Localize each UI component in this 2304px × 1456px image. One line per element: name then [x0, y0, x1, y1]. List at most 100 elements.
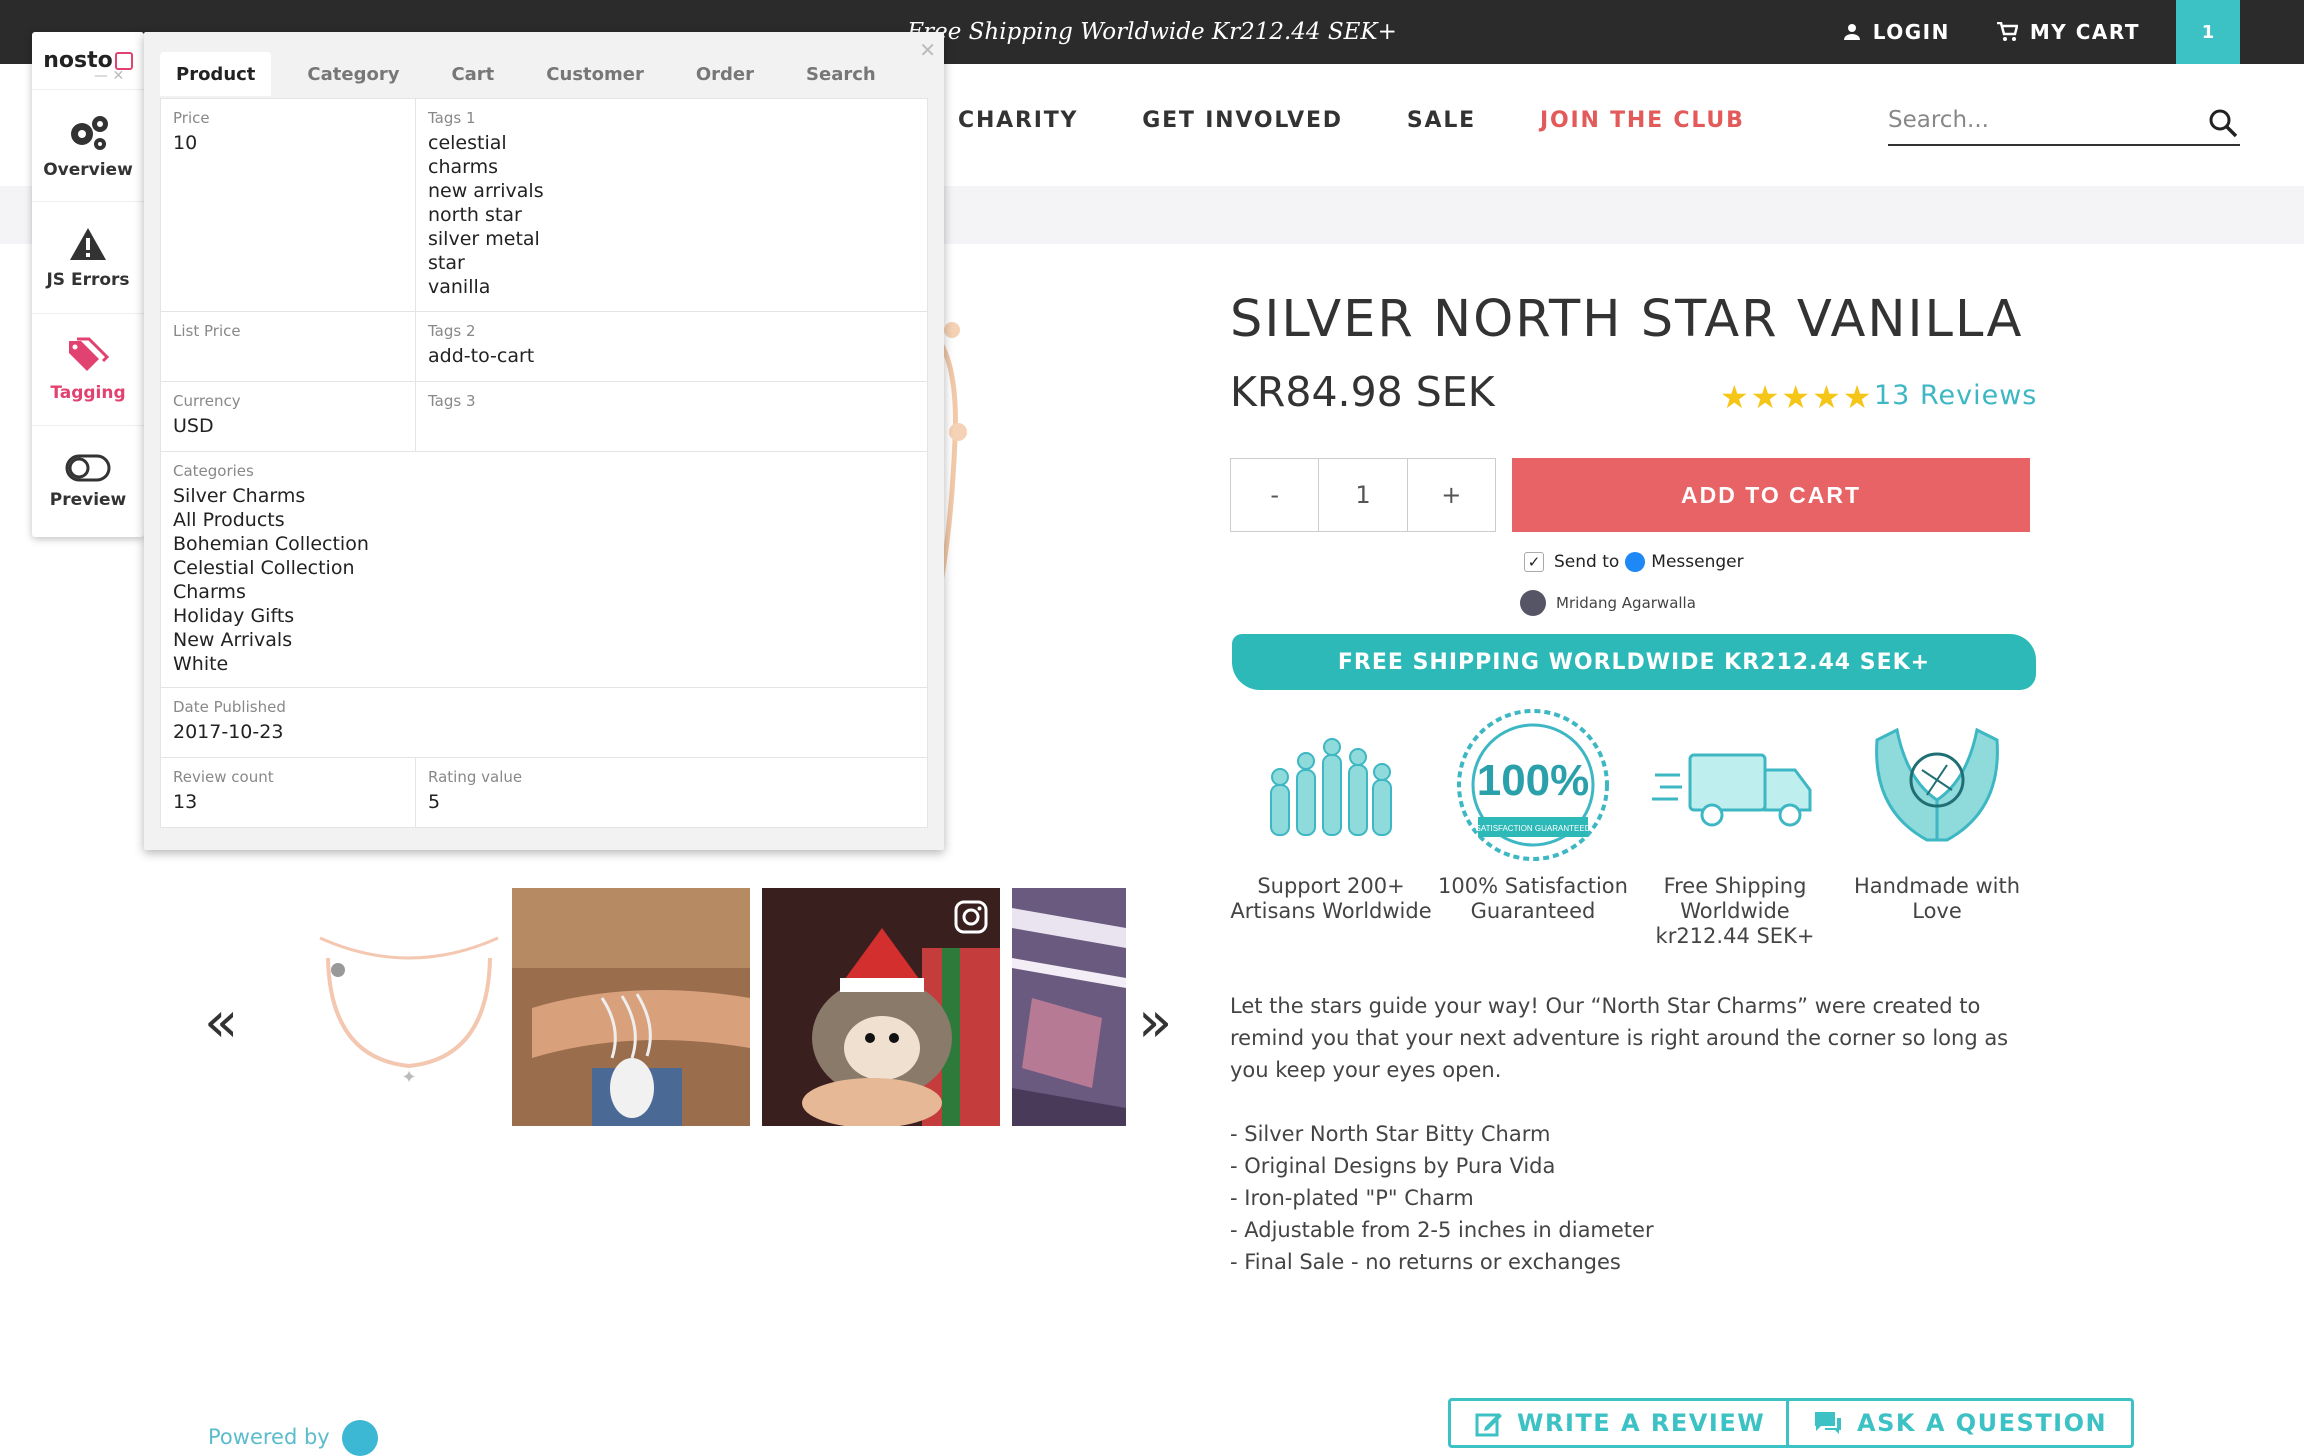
messenger-user: Mridang Agarwalla	[1520, 590, 1696, 616]
gallery-thumb-wrist[interactable]	[512, 888, 750, 1126]
hands-icon	[1875, 727, 1999, 842]
ask-question-label: ASK A QUESTION	[1857, 1409, 2108, 1437]
window-controls: — ✕	[94, 68, 124, 84]
badge-subtext: SATISFACTION GUARANTEED	[1476, 824, 1591, 833]
tab-category[interactable]: Category	[291, 52, 415, 96]
login-label: LOGIN	[1872, 20, 1950, 44]
field-label: List Price	[173, 322, 241, 340]
tab-search[interactable]: Search	[790, 52, 892, 96]
chat-icon	[1815, 1412, 1841, 1434]
gears-icon	[71, 115, 108, 150]
description-bullet: - Original Designs by Pura Vida	[1230, 1154, 1556, 1178]
satisfaction-badge-icon: 100% SATISFACTION GUARANTEED	[1457, 709, 1609, 861]
minimize-icon[interactable]: —	[94, 68, 108, 84]
field-label: Date Published	[173, 698, 286, 716]
nosto-nav-overview[interactable]: Overview	[32, 90, 144, 202]
gallery-next-button[interactable]: »	[1138, 990, 1172, 1055]
messenger-label: Messenger	[1651, 552, 1744, 572]
gallery-thumb-hedgehog[interactable]	[762, 888, 1000, 1126]
description-text: Let the stars guide your way! Our “North…	[1230, 994, 2009, 1082]
field-value: 13	[173, 791, 198, 813]
tab-order[interactable]: Order	[680, 52, 770, 96]
my-cart-link[interactable]: MY CART	[1996, 20, 2140, 44]
nosto-nav-tagging[interactable]: Tagging	[32, 314, 144, 426]
powered-by-label: Powered by	[208, 1425, 330, 1449]
product-tagging-table: Price 10 Tags 1 celestial charms new arr…	[160, 98, 928, 828]
feature-satisfaction-text: 100% Satisfaction Guaranteed	[1438, 874, 1628, 923]
search-icon[interactable]	[2208, 108, 2238, 138]
field-label: Tags 1	[428, 109, 476, 127]
toggle-icon	[65, 454, 111, 482]
login-link[interactable]: LOGIN	[1843, 20, 1950, 44]
table-row: Price 10 Tags 1 celestial charms new arr…	[160, 98, 928, 312]
send-to-messenger[interactable]: ✓ Send to Messenger	[1524, 552, 1744, 572]
nosto-logo: nosto	[32, 32, 144, 90]
category-value: White	[173, 653, 229, 675]
description-bullet: - Final Sale - no returns or exchanges	[1230, 1250, 1621, 1274]
tag-value: star	[428, 252, 465, 274]
write-review-label: WRITE A REVIEW	[1517, 1409, 1766, 1437]
gallery-prev-button[interactable]: «	[204, 990, 238, 1055]
field-value: 10	[173, 132, 198, 154]
nav-get-involved[interactable]: GET INVOLVED	[1142, 108, 1343, 133]
search-box	[1888, 100, 2240, 146]
tab-product[interactable]: Product	[160, 52, 272, 96]
panel-close-icon[interactable]: ✕	[919, 38, 936, 62]
category-value: Bohemian Collection	[173, 533, 369, 555]
description-bullet: - Silver North Star Bitty Charm	[1230, 1122, 1551, 1146]
nav-sale[interactable]: SALE	[1407, 108, 1476, 133]
category-value: Celestial Collection	[173, 557, 355, 579]
feature-artisans: Support 200+ Artisans Worldwide	[1230, 700, 1432, 949]
instagram-icon	[954, 900, 988, 934]
pencil-icon	[1475, 1413, 1502, 1437]
field-label: Currency	[173, 392, 241, 410]
delivery-truck-icon	[1652, 753, 1812, 827]
nosto-nav-preview[interactable]: Preview	[32, 426, 144, 538]
description-bullet: - Iron-plated "P" Charm	[1230, 1186, 1474, 1210]
powered-by: Powered by	[208, 1420, 379, 1456]
my-cart-label: MY CART	[2029, 20, 2140, 44]
qty-plus-button[interactable]: +	[1408, 459, 1495, 531]
table-row: Date Published 2017-10-23	[160, 688, 928, 758]
cart-icon	[1996, 22, 2018, 41]
close-icon[interactable]: ✕	[112, 68, 124, 84]
badge-text: 100%	[1477, 756, 1590, 805]
nosto-tagging-panel: ✕ Product Category Cart Customer Order S…	[144, 32, 944, 850]
messenger-user-name: Mridang Agarwalla	[1556, 594, 1696, 612]
qty-minus-button[interactable]: -	[1231, 459, 1320, 531]
reviews-link[interactable]: 13 Reviews	[1874, 380, 2037, 411]
cart-count-badge[interactable]: 1	[2176, 0, 2240, 64]
tags3-cell: Tags 3	[416, 382, 488, 451]
send-to-label: Send to	[1554, 552, 1620, 572]
rating-value-cell: Rating value 5	[416, 758, 534, 827]
ask-question-button[interactable]: ASK A QUESTION	[1786, 1398, 2135, 1448]
search-input[interactable]	[1888, 100, 2178, 140]
product-description: Let the stars guide your way! Our “North…	[1230, 990, 2050, 1278]
main-navigation: CHARITY GET INVOLVED SALE JOIN THE CLUB	[958, 108, 1809, 133]
table-row: List Price Tags 2 add-to-cart	[160, 312, 928, 382]
nav-charity[interactable]: CHARITY	[958, 108, 1078, 133]
currency-cell: Currency USD	[161, 382, 416, 451]
nosto-logo-icon	[114, 51, 133, 70]
wrist-photo	[512, 888, 750, 1126]
nav-join-the-club[interactable]: JOIN THE CLUB	[1540, 108, 1745, 133]
nosto-tabs: Product Category Cart Customer Order Sea…	[144, 32, 944, 96]
tab-cart[interactable]: Cart	[435, 52, 510, 96]
field-label: Tags 2	[428, 322, 476, 340]
qty-value-input[interactable]: 1	[1319, 459, 1408, 531]
gallery-thumb-blanket[interactable]	[1012, 888, 1126, 1126]
nosto-nav-js-errors[interactable]: JS Errors	[32, 202, 144, 314]
rating-stars[interactable]: ★★★★★	[1720, 378, 1873, 416]
write-review-button[interactable]: WRITE A REVIEW	[1448, 1398, 1793, 1448]
add-to-cart-button[interactable]: ADD TO CART	[1512, 458, 2030, 532]
yotpo-logo-icon	[342, 1420, 379, 1456]
field-label: Categories	[173, 462, 254, 480]
blanket-photo	[1012, 888, 1126, 1126]
gallery-thumb-bracelet[interactable]: ✦	[290, 888, 528, 1126]
table-row: Review count 13 Rating value 5	[160, 758, 928, 828]
table-row: Categories Silver Charms All Products Bo…	[160, 452, 928, 688]
messenger-checkbox[interactable]: ✓	[1524, 552, 1544, 572]
features-row: Support 200+ Artisans Worldwide 100% SAT…	[1230, 700, 2040, 949]
field-value: add-to-cart	[428, 345, 535, 367]
tab-customer[interactable]: Customer	[530, 52, 660, 96]
